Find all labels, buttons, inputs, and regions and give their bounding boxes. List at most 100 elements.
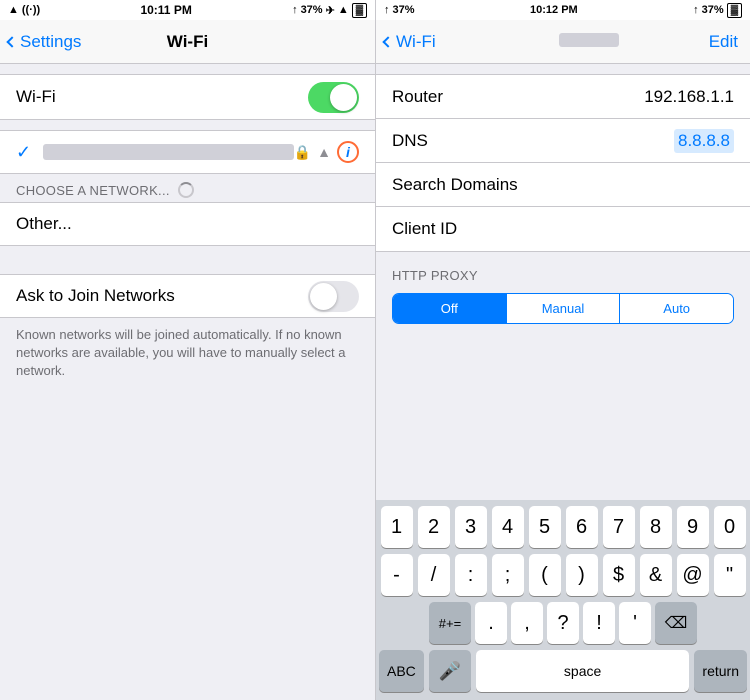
search-domains-label: Search Domains [392, 175, 734, 195]
choose-network-header: CHOOSE A NETWORK... [0, 174, 375, 202]
key-dollar[interactable]: $ [603, 554, 635, 596]
dns-value[interactable]: 8.8.8.8 [674, 129, 734, 153]
space-key[interactable]: space [476, 650, 690, 692]
wifi-status-icon: ▲ [8, 4, 19, 16]
wifi-toggle-row[interactable]: Wi-Fi [0, 75, 375, 119]
ask-join-row[interactable]: Ask to Join Networks [0, 274, 375, 318]
key-period[interactable]: . [475, 602, 507, 644]
lock-icon: 🔒 [294, 144, 311, 161]
edit-button[interactable]: Edit [709, 32, 738, 52]
key-colon[interactable]: : [455, 554, 487, 596]
back-chevron-icon [6, 36, 17, 47]
left-nav-title: Wi-Fi [167, 32, 208, 52]
keyboard: 1 2 3 4 5 6 7 8 9 0 - / : ; ( ) $ & @ " … [376, 500, 750, 700]
proxy-segmented-control[interactable]: Off Manual Auto [392, 293, 734, 324]
back-label: Settings [20, 32, 81, 52]
hash-plus-equals-button[interactable]: #+= [429, 602, 471, 644]
loading-spinner [178, 182, 194, 198]
router-row: Router 192.168.1.1 [376, 75, 750, 119]
key-9[interactable]: 9 [677, 506, 709, 548]
key-exclamation[interactable]: ! [583, 602, 615, 644]
wifi-toggle[interactable] [308, 82, 359, 113]
network-info-section: Router 192.168.1.1 DNS 8.8.8.8 Search Do… [376, 74, 750, 252]
left-status-right: ↑ 37% ✈ ▲ ▓ [292, 3, 367, 18]
other-label: Other... [16, 214, 72, 234]
ask-join-label: Ask to Join Networks [16, 286, 308, 306]
key-close-paren[interactable]: ) [566, 554, 598, 596]
network-name-bar [43, 144, 294, 160]
left-panel: ▲ ((·)) 10:11 PM ↑ 37% ✈ ▲ ▓ Settings Wi… [0, 0, 375, 700]
key-at[interactable]: @ [677, 554, 709, 596]
keyboard-bottom-row: ABC 🎤 space return [376, 644, 750, 700]
key-quote[interactable]: " [714, 554, 746, 596]
proxy-header: HTTP PROXY [376, 260, 750, 287]
right-signal-pct: 37% [393, 4, 415, 16]
keyboard-number-row: 1 2 3 4 5 6 7 8 9 0 [376, 500, 750, 548]
right-back-label: Wi-Fi [396, 32, 436, 52]
left-battery-pct: 37% [301, 4, 323, 16]
key-2[interactable]: 2 [418, 506, 450, 548]
key-open-paren[interactable]: ( [529, 554, 561, 596]
left-wifi-icon: ▲ [338, 4, 349, 16]
wifi-strength-icon: ▲ [317, 144, 331, 160]
proxy-off-button[interactable]: Off [393, 294, 506, 323]
key-question[interactable]: ? [547, 602, 579, 644]
router-label: Router [392, 87, 644, 107]
key-semicolon[interactable]: ; [492, 554, 524, 596]
key-ampersand[interactable]: & [640, 554, 672, 596]
other-network-row[interactable]: Other... [0, 202, 375, 246]
connected-network-row[interactable]: ✓ 🔒 ▲ i [0, 130, 375, 174]
microphone-key[interactable]: 🎤 [429, 650, 471, 692]
key-0[interactable]: 0 [714, 506, 746, 548]
network-icons: 🔒 ▲ i [294, 141, 359, 163]
ask-join-description: Known networks will be joined automatica… [0, 318, 375, 389]
info-button[interactable]: i [337, 141, 359, 163]
ask-join-section: Ask to Join Networks Known networks will… [0, 274, 375, 389]
key-4[interactable]: 4 [492, 506, 524, 548]
search-domains-row[interactable]: Search Domains [376, 163, 750, 207]
choose-network-section: CHOOSE A NETWORK... Other... [0, 174, 375, 246]
delete-key[interactable]: ⌫ [655, 602, 697, 644]
key-comma[interactable]: , [511, 602, 543, 644]
wifi-label: Wi-Fi [16, 87, 308, 107]
key-6[interactable]: 6 [566, 506, 598, 548]
choose-network-label: CHOOSE A NETWORK... [16, 183, 170, 198]
ask-join-toggle[interactable] [308, 281, 359, 312]
key-dash[interactable]: - [381, 554, 413, 596]
left-signal-icons: ▲ ((·)) [8, 4, 40, 16]
key-slash[interactable]: / [418, 554, 450, 596]
client-id-label: Client ID [392, 219, 734, 239]
key-5[interactable]: 5 [529, 506, 561, 548]
settings-back-button[interactable]: Settings [8, 32, 81, 52]
checkmark-icon: ✓ [16, 142, 31, 163]
location-icon: ↑ [292, 4, 298, 16]
key-1[interactable]: 1 [381, 506, 413, 548]
key-7[interactable]: 7 [603, 506, 635, 548]
right-location-arrow: ↑ [693, 4, 699, 16]
right-nav-bar: Wi-Fi Edit [376, 20, 750, 64]
wifi-back-button[interactable]: Wi-Fi [384, 32, 436, 52]
router-value: 192.168.1.1 [644, 87, 734, 107]
client-id-row[interactable]: Client ID [376, 207, 750, 251]
signal-icon: ((·)) [22, 4, 40, 16]
keyboard-punct-row: #+= . , ? ! ' ⌫ [376, 596, 750, 644]
right-battery-icon: ▓ [727, 3, 742, 18]
abc-key[interactable]: ABC [379, 650, 424, 692]
return-key[interactable]: return [694, 650, 747, 692]
right-location-icon: ↑ [384, 4, 390, 16]
key-8[interactable]: 8 [640, 506, 672, 548]
left-nav-bar: Settings Wi-Fi [0, 20, 375, 64]
right-battery-pct: 37% [702, 4, 724, 16]
key-3[interactable]: 3 [455, 506, 487, 548]
left-time: 10:11 PM [140, 3, 191, 17]
right-status-bar: ↑ 37% 10:12 PM ↑ 37% ▓ [376, 0, 750, 20]
proxy-auto-button[interactable]: Auto [620, 294, 733, 323]
right-signal-icons: ↑ 37% [384, 4, 415, 16]
dns-row[interactable]: DNS 8.8.8.8 [376, 119, 750, 163]
right-nav-title-area [436, 33, 742, 50]
proxy-manual-button[interactable]: Manual [506, 294, 621, 323]
left-airplane-icon: ✈ [326, 4, 335, 17]
key-apostrophe[interactable]: ' [619, 602, 651, 644]
network-title-placeholder [559, 33, 619, 47]
right-panel: ↑ 37% 10:12 PM ↑ 37% ▓ Wi-Fi Edit Router… [375, 0, 750, 700]
